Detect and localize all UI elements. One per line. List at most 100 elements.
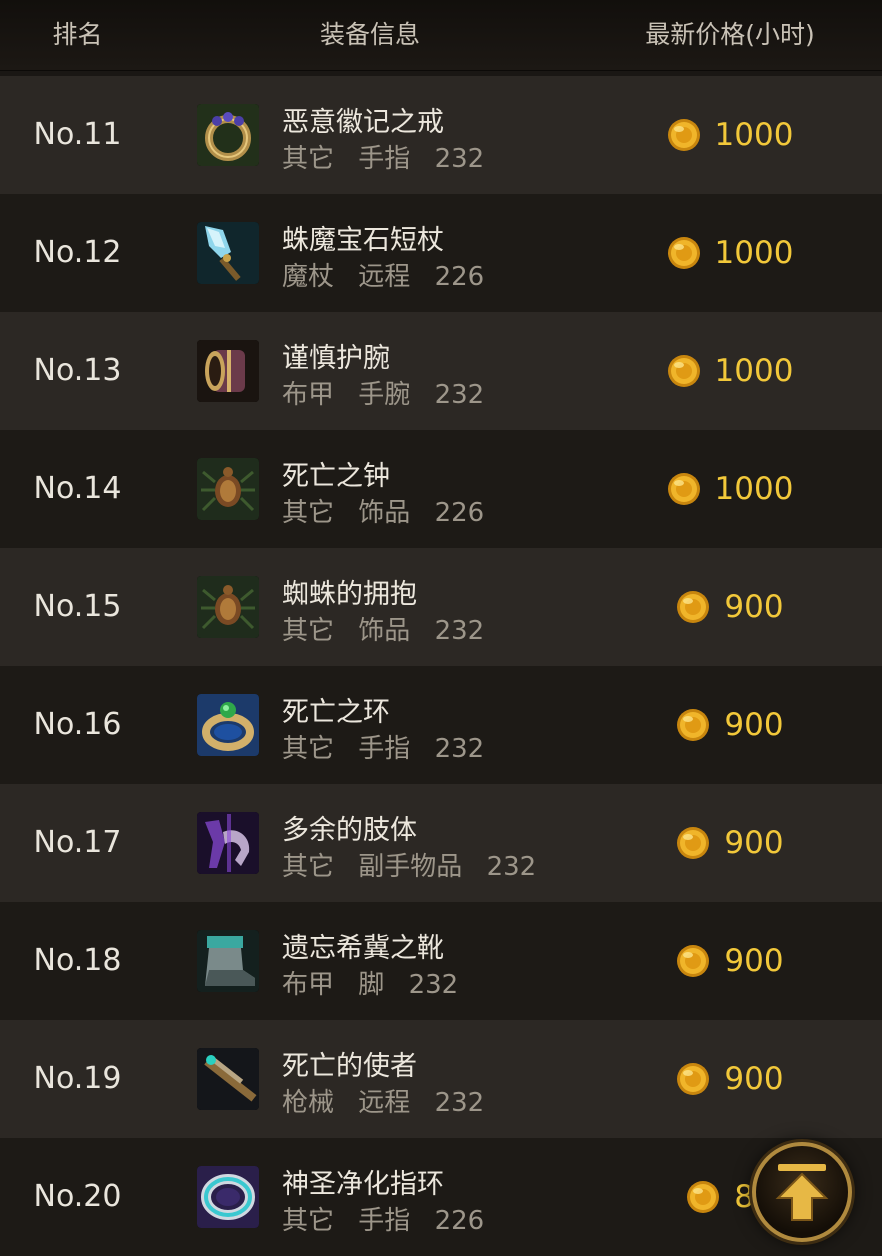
item-price: 1000 [620,312,840,430]
gold-coin-icon [667,237,700,269]
item-level: 232 [486,852,537,882]
ranking-row[interactable]: No.15 蜘蛛的拥抱 其它 饰品 232 900 [0,548,882,666]
item-category: 其它 [282,1206,335,1236]
rank-number: No.11 [33,117,122,152]
item-meta: 其它 饰品 226 [282,492,484,529]
item-category: 其它 [282,734,335,764]
item-level: 232 [434,616,485,646]
item-category: 其它 [282,616,335,646]
rank-number: No.16 [33,707,122,742]
table-header: 排名 装备信息 最新价格(小时) [0,0,882,71]
item-level: 232 [434,380,485,410]
item-level: 232 [434,144,485,174]
ranking-row[interactable]: No.16 死亡之环 其它 手指 232 900 [0,666,882,784]
price-value: 900 [724,825,784,861]
price-value: 1000 [714,353,794,389]
item-slot: 饰品 [358,498,411,528]
gold-coin-icon [677,591,710,623]
item-price: 900 [620,548,840,666]
price-value: 1000 [714,471,794,507]
rank-number: No.19 [33,1061,122,1096]
item-slot: 手指 [358,734,411,764]
spider-trinket-icon[interactable] [197,458,259,520]
item-slot: 手指 [358,144,411,174]
item-slot: 手指 [358,1206,411,1236]
item-slot: 远程 [358,1088,411,1118]
price-value: 900 [724,943,784,979]
scroll-to-top-button[interactable] [752,1142,852,1242]
bracer-icon[interactable] [197,340,259,402]
ranking-list: No.11 恶意徽记之戒 其它 手指 232 1000 No.12 蛛魔宝石短杖… [0,76,882,1256]
item-price: 900 [620,902,840,1020]
ranking-row[interactable]: No.13 谨慎护腕 布甲 手腕 232 1000 [0,312,882,430]
gold-coin-icon [667,355,700,387]
item-level: 232 [434,734,485,764]
spider-trinket-icon[interactable] [197,576,259,638]
rank-number: No.15 [33,589,122,624]
item-meta: 布甲 脚 232 [282,964,458,1001]
item-category: 其它 [282,852,335,882]
item-name: 神圣净化指环 [282,1169,444,1200]
item-category: 其它 [282,498,335,528]
item-meta: 其它 手指 232 [282,728,484,765]
item-name: 多余的肢体 [282,815,417,846]
gold-coin-icon [677,709,710,741]
item-name: 死亡之环 [282,697,390,728]
ranking-row[interactable]: No.11 恶意徽记之戒 其它 手指 232 1000 [0,76,882,194]
item-price: 1000 [620,430,840,548]
item-name: 蜘蛛的拥抱 [282,579,417,610]
item-level: 226 [434,1206,485,1236]
item-meta: 布甲 手腕 232 [282,374,484,411]
ring-purple-gems-icon[interactable] [197,104,259,166]
header-item-info: 装备信息 [319,20,420,49]
price-value: 1000 [714,235,794,271]
header-latest-price: 最新价格(小时) [645,20,815,49]
item-name: 蛛魔宝石短杖 [282,225,444,256]
item-meta: 其它 饰品 232 [282,610,484,647]
arrow-up-icon [775,1164,829,1221]
item-slot: 脚 [358,970,385,1000]
rank-number: No.20 [33,1179,122,1214]
item-slot: 饰品 [358,616,411,646]
item-slot: 副手物品 [358,852,463,882]
gold-coin-icon [677,1063,710,1095]
item-level: 226 [434,262,485,292]
ranking-row[interactable]: No.14 死亡之钟 其它 饰品 226 1000 [0,430,882,548]
rank-number: No.12 [33,235,122,270]
ranking-row[interactable]: No.18 遗忘希冀之靴 布甲 脚 232 900 [0,902,882,1020]
item-level: 226 [434,498,485,528]
item-category: 枪械 [282,1088,335,1118]
item-category: 魔杖 [282,262,335,292]
item-category: 布甲 [282,970,335,1000]
purple-limb-icon[interactable] [197,812,259,874]
rank-number: No.14 [33,471,122,506]
gun-icon[interactable] [197,1048,259,1110]
item-price: 900 [620,784,840,902]
item-category: 布甲 [282,380,335,410]
rank-number: No.18 [33,943,122,978]
ranking-row[interactable]: No.17 多余的肢体 其它 副手物品 232 900 [0,784,882,902]
ranking-row[interactable]: No.20 神圣净化指环 其它 手指 226 80 [0,1138,882,1256]
item-name: 死亡的使者 [282,1051,417,1082]
rank-number: No.17 [33,825,122,860]
item-slot: 手腕 [358,380,411,410]
price-value: 1000 [714,117,794,153]
crystal-wand-icon[interactable] [197,222,259,284]
boots-icon[interactable] [197,930,259,992]
ring-green-gem-icon[interactable] [197,694,259,756]
item-price: 1000 [620,76,840,194]
item-level: 232 [408,970,459,1000]
item-name: 死亡之钟 [282,461,390,492]
ranking-row[interactable]: No.12 蛛魔宝石短杖 魔杖 远程 226 1000 [0,194,882,312]
gold-coin-icon [667,473,700,505]
ring-teal-icon[interactable] [197,1166,259,1228]
item-price: 900 [620,1020,840,1138]
rank-number: No.13 [33,353,122,388]
price-value: 900 [724,589,784,625]
item-name: 恶意徽记之戒 [282,107,444,138]
item-meta: 其它 手指 232 [282,138,484,175]
item-price: 1000 [620,194,840,312]
ranking-row[interactable]: No.19 死亡的使者 枪械 远程 232 900 [0,1020,882,1138]
item-meta: 其它 手指 226 [282,1200,484,1237]
gold-coin-icon [687,1181,720,1213]
